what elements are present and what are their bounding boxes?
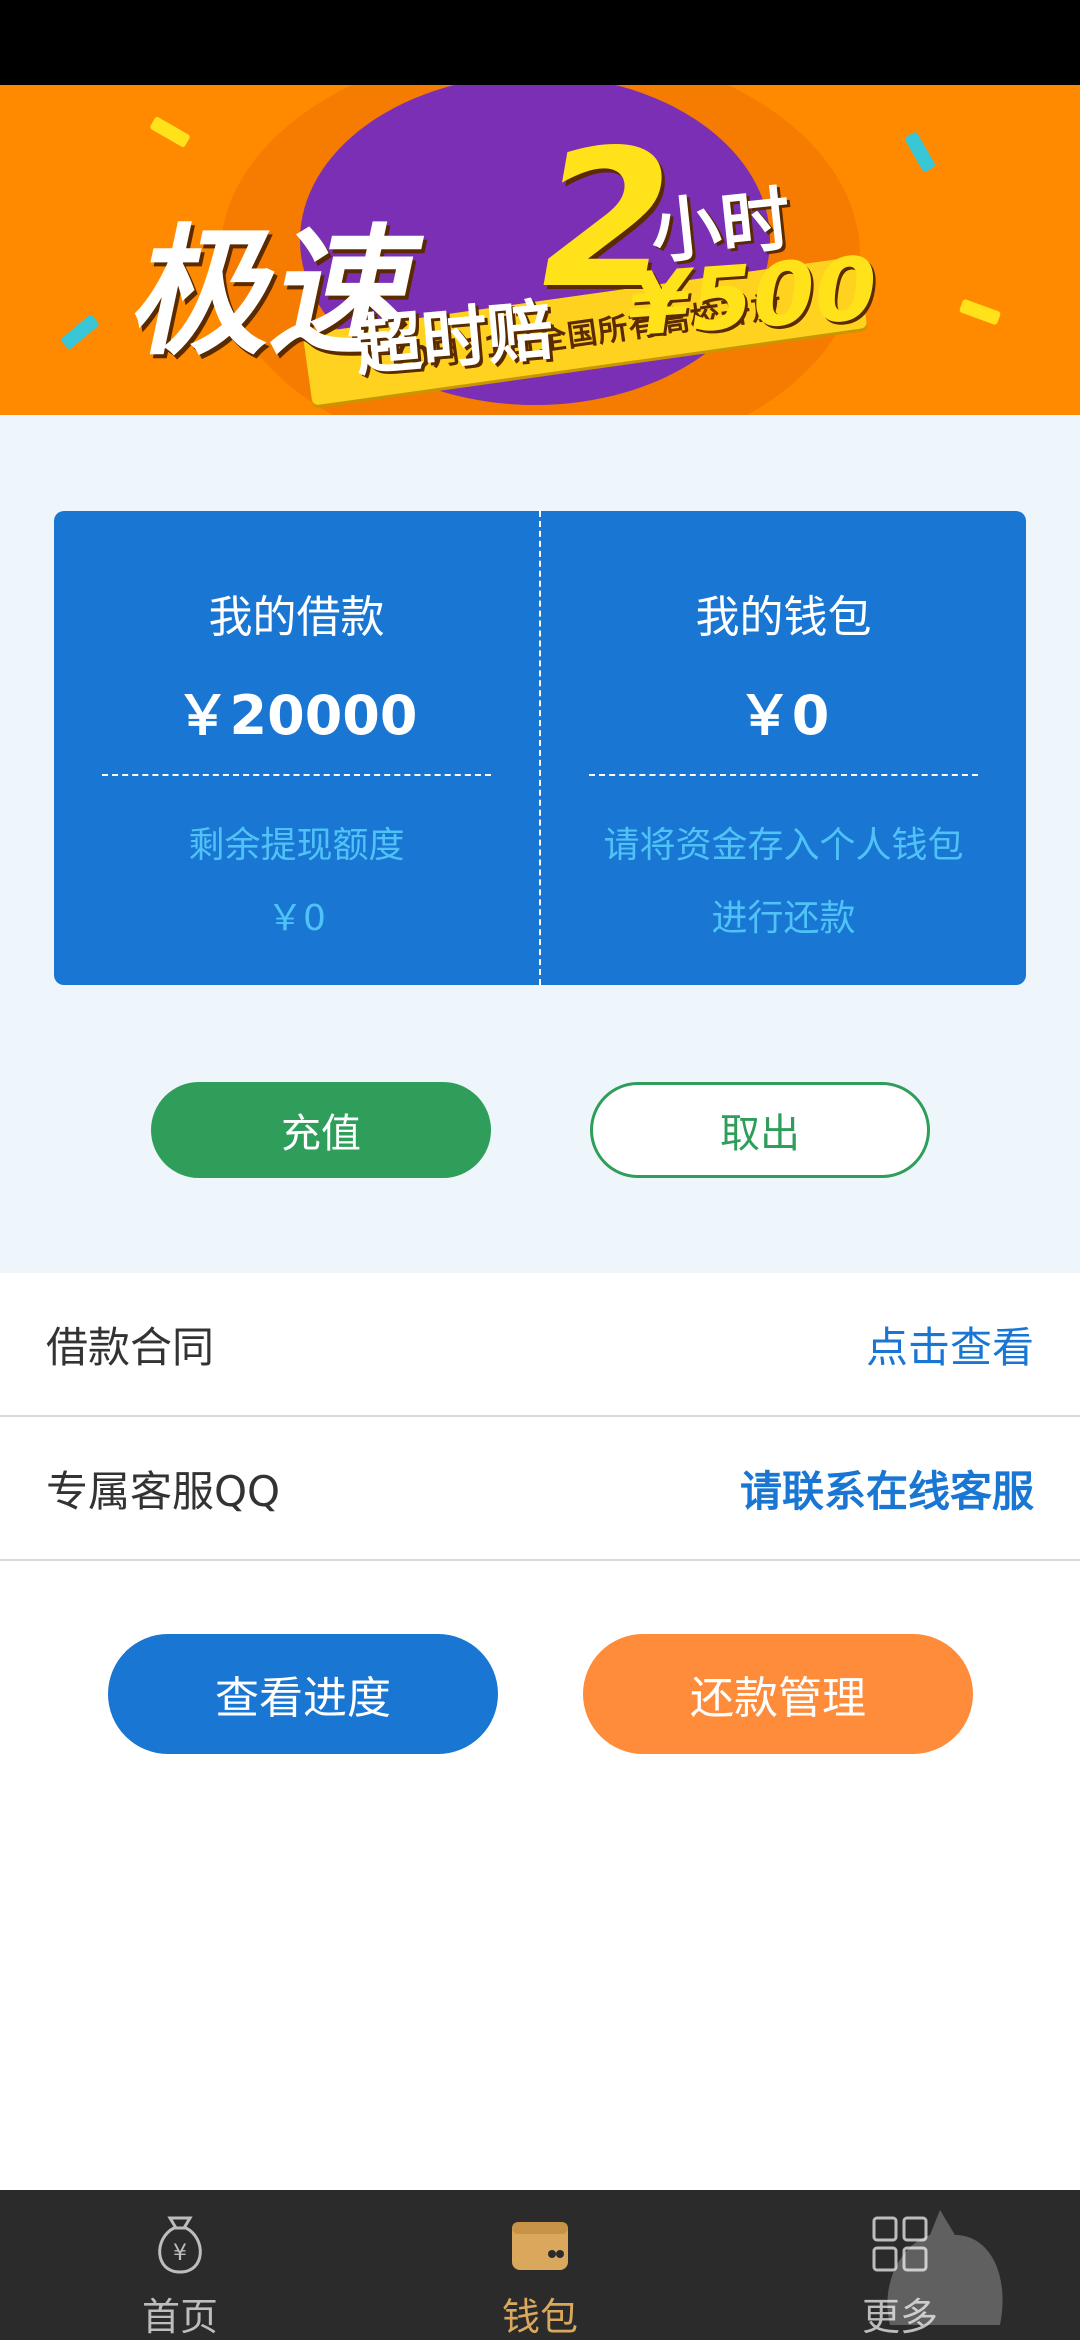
confetti (60, 313, 100, 351)
loan-divider (102, 774, 491, 776)
view-contract-link[interactable]: 点击查看 (866, 1273, 1034, 1415)
wallet-summary-section: 我的借款 ￥20000 剩余提现额度 ￥0 我的钱包 ￥0 请将资金存入个人钱包… (0, 415, 1080, 1273)
summary-card: 我的借款 ￥20000 剩余提现额度 ￥0 我的钱包 ￥0 请将资金存入个人钱包… (54, 511, 1026, 985)
grid-icon (872, 2216, 928, 2272)
remaining-limit-value: ￥0 (267, 898, 326, 939)
nav-label-home: 首页 (141, 2295, 218, 2339)
customer-service-label: 专属客服QQ (46, 1466, 281, 1516)
nav-item-wallet[interactable]: 钱包 (360, 2190, 720, 2340)
wallet-note-line2: 进行还款 (711, 898, 856, 939)
wallet-divider (589, 774, 978, 776)
money-bag-icon: ¥ (158, 2216, 202, 2274)
confetti (149, 115, 191, 149)
contact-online-service-link[interactable]: 请联系在线客服 (740, 1417, 1034, 1559)
repayment-management-button[interactable]: 还款管理 (583, 1634, 973, 1754)
confetti (958, 298, 1002, 326)
loan-contract-label: 借款合同 (46, 1322, 215, 1372)
banner-payout-text: 超时赔 (352, 291, 557, 386)
wallet-column: 我的钱包 ￥0 请将资金存入个人钱包 进行还款 (539, 511, 1026, 985)
nav-label-more: 更多 (861, 2295, 938, 2339)
banner-payout-amount: ¥500 (621, 236, 884, 357)
wallet-page: 10月21日全国所有高校开放 极速 2 小时 超时赔 ¥500 我的借款 ￥20… (0, 0, 1080, 2340)
wallet-amount: ￥0 (737, 684, 830, 747)
loan-title: 我的借款 (208, 592, 385, 643)
bottom-nav: ¥ 首页 钱包 更多 (0, 2190, 1080, 2340)
nav-label-wallet: 钱包 (501, 2295, 578, 2339)
wallet-icon (512, 2222, 568, 2270)
wallet-title: 我的钱包 (695, 592, 872, 643)
loan-contract-row[interactable]: 借款合同 点击查看 (0, 1273, 1080, 1417)
recharge-button[interactable]: 充值 (151, 1082, 491, 1178)
svg-text:¥: ¥ (173, 2241, 187, 2266)
remaining-limit-label: 剩余提现额度 (188, 825, 405, 866)
view-progress-button[interactable]: 查看进度 (108, 1634, 498, 1754)
confetti (903, 131, 937, 173)
loan-amount: ￥20000 (175, 684, 418, 747)
wallet-note-line1: 请将资金存入个人钱包 (603, 825, 964, 866)
status-bar (0, 0, 1080, 85)
loan-column: 我的借款 ￥20000 剩余提现额度 ￥0 (54, 511, 539, 985)
promo-banner[interactable]: 10月21日全国所有高校开放 极速 2 小时 超时赔 ¥500 (0, 85, 1080, 415)
nav-item-home[interactable]: ¥ 首页 (0, 2190, 360, 2340)
withdraw-button[interactable]: 取出 (590, 1082, 930, 1178)
customer-service-row[interactable]: 专属客服QQ 请联系在线客服 (0, 1417, 1080, 1561)
nav-item-more[interactable]: 更多 (720, 2190, 1080, 2340)
